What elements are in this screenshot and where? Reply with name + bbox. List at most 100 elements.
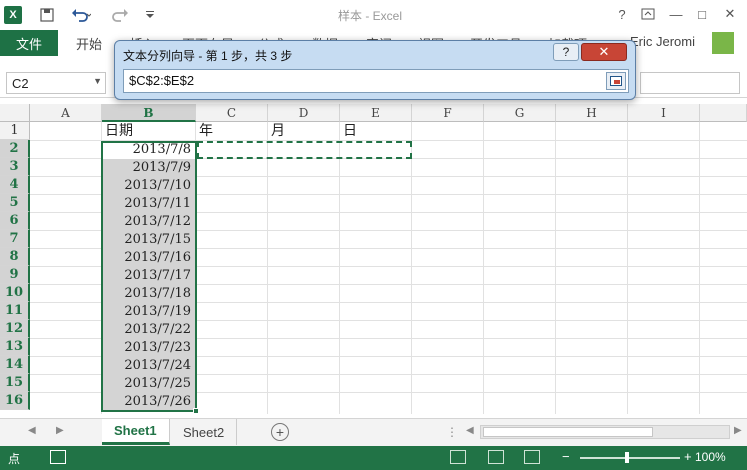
gridline [339, 122, 340, 414]
row-header-15[interactable]: 15 [0, 374, 30, 392]
customize-qat-icon[interactable] [142, 5, 158, 25]
cell-b3[interactable]: 2013/7/9 [102, 159, 195, 177]
zoom-out-icon[interactable]: − [562, 449, 570, 464]
select-all-corner[interactable] [0, 104, 30, 122]
row-header-16[interactable]: 16 [0, 392, 30, 410]
column-header-e[interactable]: E [340, 104, 412, 122]
cell-b1[interactable]: 日期 [102, 122, 195, 140]
normal-view-icon[interactable] [450, 450, 466, 464]
fill-handle[interactable] [193, 408, 199, 414]
zoom-slider[interactable] [580, 457, 680, 459]
cell-b7[interactable]: 2013/7/15 [102, 231, 195, 249]
cell-e1[interactable]: 日 [340, 122, 411, 140]
column-header-g[interactable]: G [484, 104, 556, 122]
row-header-6[interactable]: 6 [0, 212, 30, 230]
cell-b6[interactable]: 2013/7/12 [102, 213, 195, 231]
gridline [627, 122, 628, 414]
row-header-10[interactable]: 10 [0, 284, 30, 302]
row-header-2[interactable]: 2 [0, 140, 30, 158]
expand-dialog-icon [610, 76, 622, 86]
gridline [483, 122, 484, 414]
cell-b9[interactable]: 2013/7/17 [102, 267, 195, 285]
window-title: 样本 - Excel [338, 9, 403, 23]
expand-dialog-button[interactable] [606, 72, 626, 90]
page-layout-view-icon[interactable] [488, 450, 504, 464]
gridline [555, 122, 556, 414]
cell-c1[interactable]: 年 [196, 122, 267, 140]
row-header-13[interactable]: 13 [0, 338, 30, 356]
user-name[interactable]: Eric Jeromi [630, 34, 695, 49]
row-header-4[interactable]: 4 [0, 176, 30, 194]
cell-b12[interactable]: 2013/7/22 [102, 321, 195, 339]
horizontal-scrollbar[interactable] [480, 425, 730, 439]
column-header-i[interactable]: I [628, 104, 700, 122]
cell-d1[interactable]: 月 [268, 122, 339, 140]
title-bar: X 样本 - Excel ? — □ ✕ [0, 0, 747, 30]
tab-file[interactable]: 文件 [0, 30, 58, 56]
column-header-h[interactable]: H [556, 104, 628, 122]
gridline [411, 122, 412, 414]
status-text: 点 [8, 452, 21, 466]
tab-home[interactable]: 开始 [76, 34, 102, 53]
row-header-3[interactable]: 3 [0, 158, 30, 176]
cell-b4[interactable]: 2013/7/10 [102, 177, 195, 195]
scroll-left-icon[interactable]: ◀ [466, 425, 474, 436]
column-header-a[interactable]: A [30, 104, 102, 122]
close-button[interactable]: ✕ [718, 4, 742, 24]
undo-icon[interactable] [66, 5, 96, 25]
cell-b16[interactable]: 2013/7/26 [102, 393, 195, 411]
sheet-tab-sheet2[interactable]: Sheet2 [171, 419, 238, 445]
cell-b15[interactable]: 2013/7/25 [102, 375, 195, 393]
help-button[interactable]: ? [610, 4, 634, 24]
cell-b11[interactable]: 2013/7/19 [102, 303, 195, 321]
sheet-prev-icon[interactable]: ◀ [28, 425, 36, 436]
zoom-level[interactable]: 100% [695, 450, 726, 464]
add-sheet-button[interactable]: + [271, 423, 289, 441]
cell-b14[interactable]: 2013/7/24 [102, 357, 195, 375]
cell-b2[interactable]: 2013/7/8 [102, 141, 195, 159]
name-box[interactable]: C2 ▼ [6, 72, 106, 94]
redo-icon[interactable] [106, 5, 136, 25]
column-header-d[interactable]: D [268, 104, 340, 122]
row-header-8[interactable]: 8 [0, 248, 30, 266]
row-header-1[interactable]: 1 [0, 122, 30, 140]
column-header-next[interactable] [700, 104, 747, 122]
row-header-12[interactable]: 12 [0, 320, 30, 338]
excel-logo-icon: X [4, 6, 22, 24]
more-options-icon[interactable]: ⋮ [446, 425, 458, 439]
dialog-help-button[interactable]: ? [553, 43, 579, 61]
gridline [699, 122, 700, 414]
row-header-5[interactable]: 5 [0, 194, 30, 212]
dialog-close-button[interactable]: ✕ [581, 43, 627, 61]
macro-record-icon[interactable] [50, 450, 66, 464]
row-header-9[interactable]: 9 [0, 266, 30, 284]
maximize-button[interactable]: □ [690, 4, 714, 24]
cell-b8[interactable]: 2013/7/16 [102, 249, 195, 267]
page-break-view-icon[interactable] [524, 450, 540, 464]
row-header-11[interactable]: 11 [0, 302, 30, 320]
status-bar: 点 − + 100% [0, 446, 747, 470]
save-icon[interactable] [36, 5, 58, 25]
sheet-tab-bar: ◀ ▶ Sheet1 Sheet2 + ⋮ ◀ ▶ [0, 418, 747, 446]
column-header-c[interactable]: C [196, 104, 268, 122]
zoom-slider-thumb[interactable] [625, 452, 629, 463]
user-avatar[interactable] [712, 32, 734, 54]
minimize-button[interactable]: — [664, 4, 688, 24]
destination-range-input[interactable]: $C$2:$E$2 [123, 69, 629, 93]
sheet-next-icon[interactable]: ▶ [56, 425, 64, 436]
cell-b5[interactable]: 2013/7/11 [102, 195, 195, 213]
column-header-f[interactable]: F [412, 104, 484, 122]
worksheet-grid[interactable]: A B C D E F G H I 1 2 3 4 5 6 7 8 9 10 1… [0, 104, 747, 414]
cell-b13[interactable]: 2013/7/23 [102, 339, 195, 357]
scroll-right-icon[interactable]: ▶ [734, 425, 742, 436]
formula-input[interactable] [640, 72, 740, 94]
chevron-down-icon[interactable]: ▼ [93, 76, 102, 86]
zoom-in-icon[interactable]: + [684, 449, 692, 464]
sheet-tab-sheet1[interactable]: Sheet1 [102, 419, 170, 445]
column-header-b[interactable]: B [102, 104, 196, 122]
cell-b10[interactable]: 2013/7/18 [102, 285, 195, 303]
scrollbar-thumb[interactable] [483, 427, 653, 437]
ribbon-display-icon[interactable] [636, 4, 660, 24]
row-header-7[interactable]: 7 [0, 230, 30, 248]
row-header-14[interactable]: 14 [0, 356, 30, 374]
